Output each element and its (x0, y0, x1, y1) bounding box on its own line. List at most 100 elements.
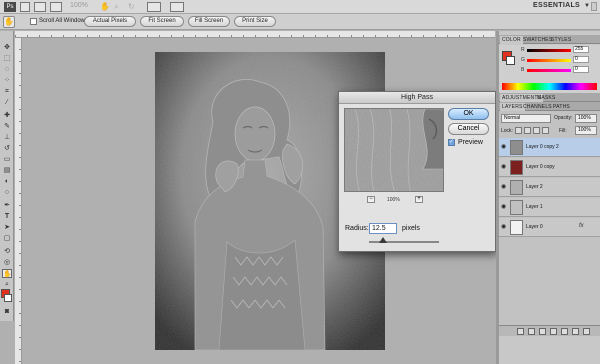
actual-pixels-button[interactable]: Actual Pixels (84, 16, 136, 27)
scroll-all-windows-checkbox[interactable] (30, 18, 37, 25)
layer-row[interactable]: ◉ Layer 1 (499, 198, 600, 217)
link-layers-icon[interactable] (517, 328, 524, 335)
fill-screen-button[interactable]: Fill Screen (188, 16, 230, 27)
add-mask-icon[interactable] (539, 328, 546, 335)
new-adjustment-layer-icon[interactable] (550, 328, 557, 335)
quick-mask-icon[interactable]: ◙ (2, 307, 12, 316)
color-background-swatch[interactable] (506, 56, 515, 65)
filter-preview[interactable] (344, 108, 444, 192)
lock-position-icon[interactable] (533, 127, 540, 134)
new-layer-icon[interactable] (572, 328, 579, 335)
delete-layer-icon[interactable] (583, 328, 590, 335)
layer-thumbnail (510, 200, 523, 215)
lock-transparency-icon[interactable] (515, 127, 522, 134)
lock-pixels-icon[interactable] (524, 127, 531, 134)
blend-mode-select[interactable]: Normal (501, 114, 551, 123)
3d-rotate-tool-icon[interactable]: ⟲ (2, 247, 12, 256)
window-control-icon[interactable] (591, 2, 597, 11)
eye-icon[interactable]: ◉ (501, 144, 508, 150)
blur-tool-icon[interactable]: ◐ (2, 177, 12, 186)
gradient-tool-icon[interactable]: ▤ (2, 166, 12, 175)
green-channel-value[interactable]: 0 (573, 56, 589, 63)
dodge-tool-icon[interactable]: ○ (2, 188, 12, 197)
type-tool-icon[interactable]: T (2, 212, 12, 221)
background-color-swatch[interactable] (4, 294, 12, 302)
crop-tool-icon[interactable]: ⌗ (2, 87, 12, 96)
blue-channel-slider[interactable] (527, 69, 571, 72)
ok-button[interactable]: OK (448, 108, 489, 120)
preview-checkbox[interactable]: ✓ (448, 139, 455, 146)
layer-row[interactable]: ◉ Layer 0 copy (499, 158, 600, 177)
rotate-view-icon[interactable]: ↻ (128, 2, 137, 12)
zoom-tool-icon[interactable]: ⌕ (114, 2, 123, 12)
new-group-icon[interactable] (561, 328, 568, 335)
tab-masks[interactable]: MASKS (535, 94, 558, 102)
ps-logo-icon: Ps (4, 2, 16, 12)
layer-row[interactable]: ◉ Layer 0 copy 2 (499, 138, 600, 157)
color-panel: R 255 G 0 B 0 (499, 45, 600, 93)
minibridge-icon[interactable] (34, 2, 46, 12)
bridge-icon[interactable] (20, 2, 30, 12)
tab-color[interactable]: COLOR (500, 36, 523, 44)
shape-tool-icon[interactable]: ▢ (2, 234, 12, 243)
eye-icon[interactable]: ◉ (501, 164, 508, 170)
red-channel-slider[interactable] (527, 49, 571, 52)
workspace-switcher[interactable]: ESSENTIALS (533, 2, 580, 9)
preview-zoom-level: 100% (387, 197, 400, 203)
layer-row[interactable]: ◉ Layer 0 fx (499, 218, 600, 237)
move-tool-icon[interactable]: ✥ (2, 43, 12, 52)
radius-slider-thumb[interactable] (379, 237, 387, 243)
opacity-input[interactable]: 100% (575, 114, 597, 123)
dialog-title[interactable]: High Pass (339, 92, 495, 104)
zoom-tool-icon[interactable]: ⌕ (2, 280, 12, 289)
eraser-tool-icon[interactable]: ▭ (2, 155, 12, 164)
hand-tool-preset-icon[interactable]: ✋ (3, 16, 15, 28)
chevron-down-icon[interactable]: ▼ (584, 3, 590, 9)
color-spectrum-bar[interactable] (502, 83, 597, 90)
quick-select-tool-icon[interactable]: ⁘ (2, 76, 12, 85)
print-size-button[interactable]: Print Size (234, 16, 276, 27)
brush-tool-icon[interactable]: ✎ (2, 122, 12, 131)
preview-image (345, 109, 443, 191)
eye-icon[interactable]: ◉ (501, 204, 508, 210)
tab-paths[interactable]: PATHS (551, 103, 572, 111)
3d-orbit-tool-icon[interactable]: ◎ (2, 258, 12, 267)
blue-channel-value[interactable]: 0 (573, 66, 589, 73)
fill-input[interactable]: 100% (575, 126, 597, 135)
eye-icon[interactable]: ◉ (501, 224, 508, 230)
screen-mode-icon[interactable] (170, 2, 184, 12)
clone-stamp-tool-icon[interactable]: ⊥ (2, 133, 12, 142)
radius-input[interactable]: 12.5 (369, 223, 397, 234)
eye-icon[interactable]: ◉ (501, 184, 508, 190)
hand-tool-icon[interactable]: ✋ (100, 2, 110, 12)
layer-effects-icon[interactable]: fx (579, 223, 584, 229)
pen-tool-icon[interactable]: ✒ (2, 201, 12, 210)
fit-screen-button[interactable]: Fit Screen (140, 16, 184, 27)
arrange-documents-icon[interactable] (147, 2, 161, 12)
lock-all-icon[interactable] (542, 127, 549, 134)
eyedropper-tool-icon[interactable]: ⁄ (2, 98, 12, 107)
layer-row[interactable]: ◉ Layer 2 (499, 178, 600, 197)
zoom-out-button[interactable]: − (367, 196, 375, 203)
marquee-tool-icon[interactable]: ⬚ (2, 54, 12, 63)
history-brush-tool-icon[interactable]: ↺ (2, 144, 12, 153)
red-channel-label: R (521, 47, 525, 53)
cancel-button[interactable]: Cancel (448, 123, 489, 135)
hand-tool-icon[interactable]: ✋ (2, 269, 12, 278)
vertical-ruler (15, 38, 22, 364)
layer-name: Layer 0 (526, 224, 543, 230)
add-layer-style-icon[interactable] (528, 328, 535, 335)
green-channel-slider[interactable] (527, 59, 571, 62)
lasso-tool-icon[interactable]: ◌ (2, 65, 12, 74)
path-select-tool-icon[interactable]: ➤ (2, 223, 12, 232)
layer-thumbnail (510, 180, 523, 195)
view-extras-icon[interactable] (50, 2, 62, 12)
tab-channels[interactable]: CHANNELS (521, 103, 554, 111)
zoom-level[interactable]: 100% (70, 2, 88, 9)
healing-brush-tool-icon[interactable]: ✚ (2, 111, 12, 120)
layer-name: Layer 2 (526, 184, 543, 190)
zoom-in-button[interactable]: + (415, 196, 423, 203)
right-panel-dock: COLOR SWATCHES STYLES R 255 G 0 B 0 ADJU… (499, 31, 600, 364)
tab-styles[interactable]: STYLES (549, 36, 573, 44)
red-channel-value[interactable]: 255 (573, 46, 589, 53)
